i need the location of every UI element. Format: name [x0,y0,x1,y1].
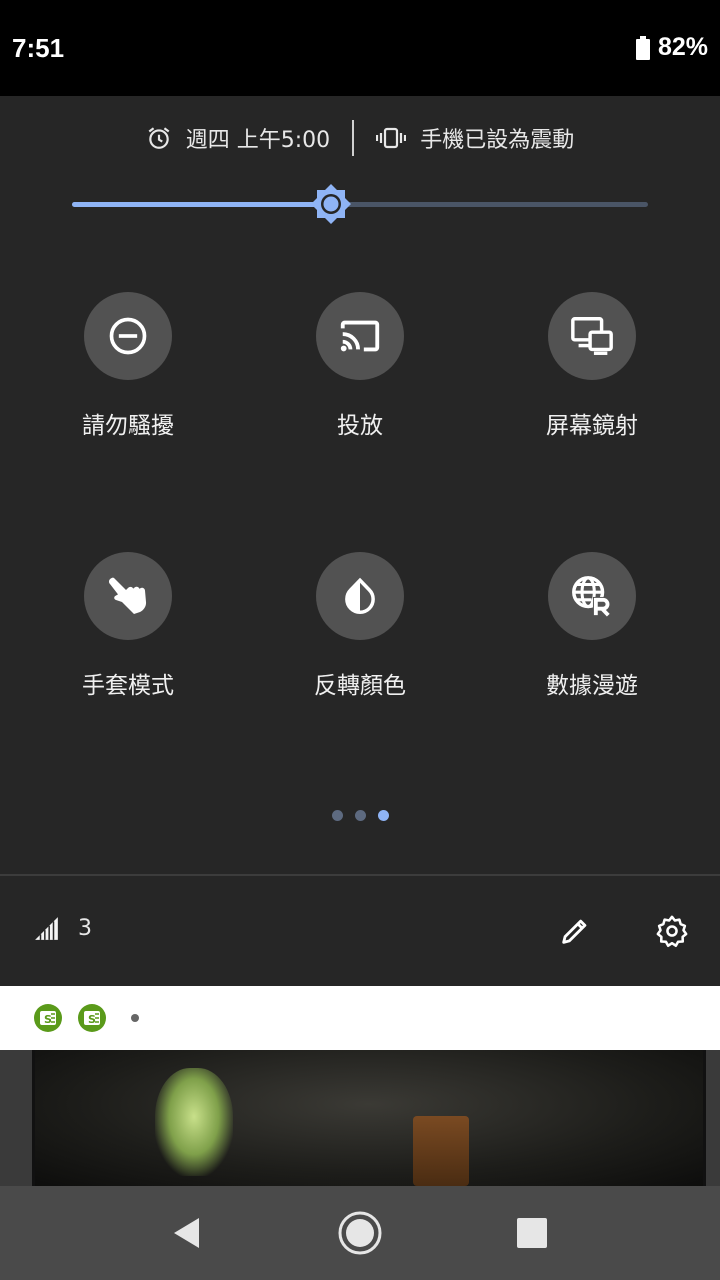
alarm-icon [148,127,170,149]
next-alarm[interactable]: 週四 上午5:00 [146,122,330,154]
background-app [0,1050,720,1186]
tile-circle[interactable] [548,292,636,380]
qs-header: 週四 上午5:00 手機已設為震動 [0,118,720,158]
battery-icon [635,35,650,60]
svg-text:S: S [44,1013,52,1026]
back-button[interactable] [162,1208,212,1258]
wooden-post [413,1116,469,1186]
tile-screen-mirroring[interactable]: 屏幕鏡射 [476,292,708,462]
header-divider [352,120,355,156]
tile-glove-mode[interactable]: 手套模式 [12,552,244,722]
tile-label: 屏幕鏡射 [546,413,638,439]
tile-label: 手套模式 [82,673,174,699]
status-time: 7:51 [12,33,65,63]
do-not-disturb-icon [109,317,147,355]
cast-icon [340,320,380,352]
svg-text:S: S [88,1013,96,1026]
app-notification-icon: S [34,1004,62,1032]
invert-colors-icon [345,577,375,614]
glove-mode-icon [108,577,147,614]
status-bar: 7:51 82% [0,0,720,96]
screen-mirroring-icon [571,317,613,355]
carrier-label: 3 [78,916,92,941]
navigation-bar [0,1186,720,1280]
tile-circle[interactable] [84,552,172,640]
tile-invert-colors[interactable]: 反轉顏色 [244,552,476,722]
tile-circle[interactable] [548,552,636,640]
recents-button[interactable] [507,1208,557,1258]
tile-label: 投放 [337,413,383,439]
notification-icons-bar[interactable]: S S [0,986,720,1050]
ringer-text: 手機已設為震動 [420,128,575,153]
tile-circle[interactable] [316,292,404,380]
more-notifications-dot [131,1014,139,1022]
signal-icon [35,917,58,940]
home-button[interactable] [335,1208,385,1258]
tile-label: 數據漫遊 [546,673,638,699]
vibrate-icon [376,127,407,149]
status-right: 82% [635,33,708,62]
data-roaming-icon [572,576,613,617]
page-indicator [0,810,720,821]
home-icon [338,1211,382,1255]
tile-label: 反轉顏色 [314,673,406,699]
brightness-icon[interactable] [309,182,353,226]
page-dot [377,810,389,821]
page-dot [331,810,343,821]
edit-icon[interactable] [558,914,592,948]
tile-data-roaming[interactable]: 數據漫遊 [476,552,708,722]
tile-do-not-disturb[interactable]: 請勿騷擾 [12,292,244,462]
tile-circle[interactable] [316,552,404,640]
recents-icon [517,1218,547,1248]
ghost-figure [155,1068,233,1176]
tile-circle[interactable] [84,292,172,380]
back-icon [174,1218,199,1248]
quick-settings-panel: 週四 上午5:00 手機已設為震動 請勿騷擾 投放 屏幕鏡射 手套模式 反轉顏色… [0,96,720,986]
brightness-fill [72,202,332,207]
brightness-slider[interactable] [72,184,648,224]
battery-percent: 82% [657,33,708,61]
game-screenshot [32,1050,706,1186]
ringer-status[interactable]: 手機已設為震動 [376,122,574,154]
qs-footer: 3 [0,876,720,986]
page-dot [354,810,366,821]
settings-icon[interactable] [655,914,689,948]
alarm-text: 週四 上午5:00 [185,128,331,153]
app-notification-icon: S [78,1004,106,1032]
tile-cast[interactable]: 投放 [244,292,476,462]
tile-label: 請勿騷擾 [82,413,174,439]
